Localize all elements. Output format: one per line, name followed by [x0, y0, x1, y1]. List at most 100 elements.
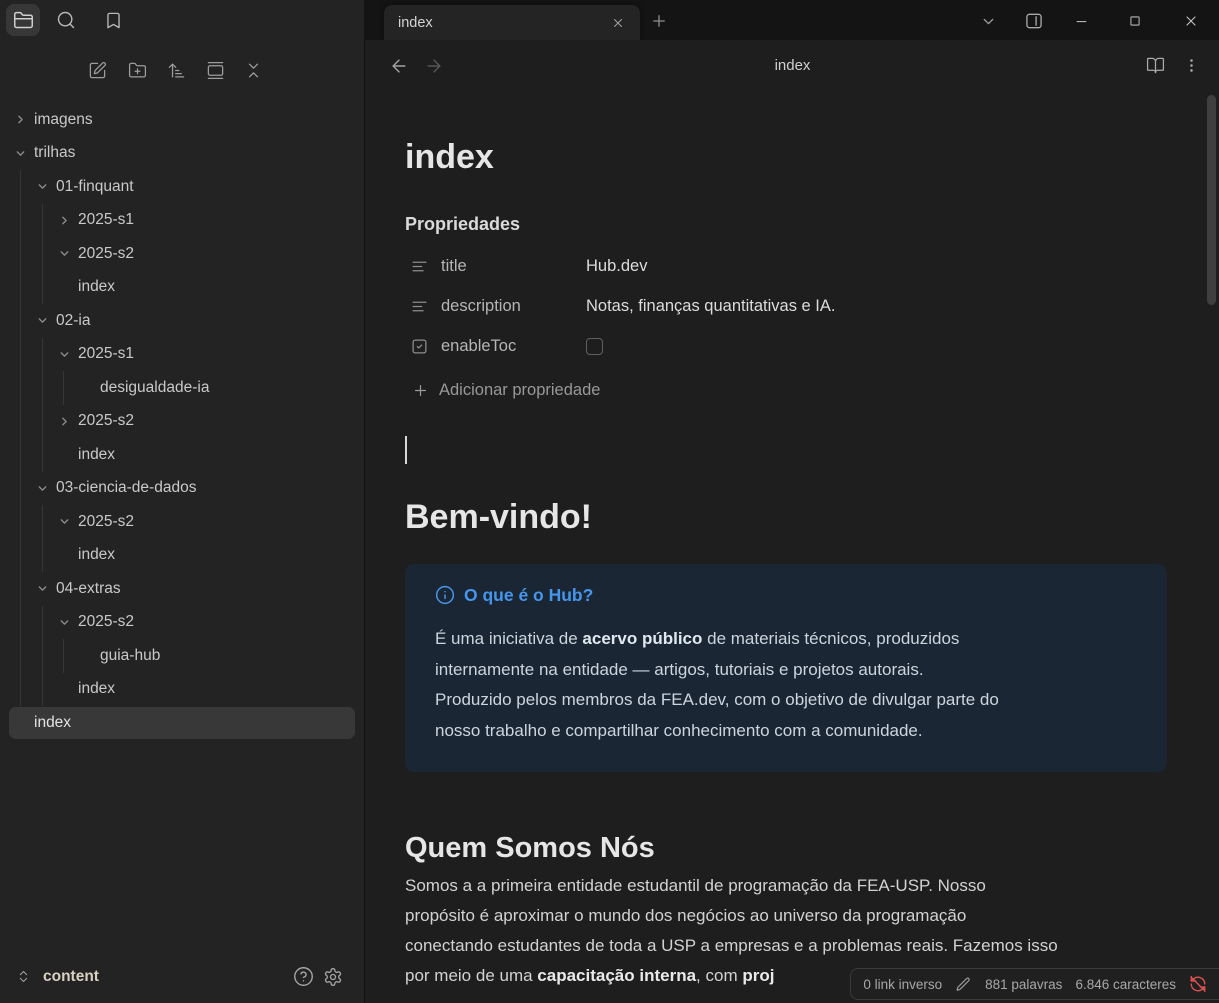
property-key[interactable]: title: [441, 257, 586, 276]
tree-file-guia-hub[interactable]: guia-hub: [0, 639, 364, 673]
chevron-down-icon[interactable]: [59, 349, 70, 360]
chevron-right-icon[interactable]: [59, 416, 70, 427]
tree-folder-02-ia[interactable]: 02-ia: [0, 304, 364, 338]
tree-folder-01-finquant[interactable]: 01-finquant: [0, 170, 364, 204]
text: Somos a a primeira entidade estudantil d…: [405, 876, 986, 895]
chevron-down-icon[interactable]: [37, 483, 48, 494]
callout[interactable]: O que é o Hub? É uma iniciativa de acerv…: [405, 564, 1167, 772]
chevron-down-icon: [980, 13, 997, 30]
property-value[interactable]: Notas, finanças quantitativas e IA.: [586, 297, 835, 316]
gallery-vertical-icon: [206, 61, 225, 80]
text: É uma iniciativa de: [435, 629, 582, 648]
sort-order-icon: [167, 61, 186, 80]
change-layout-button[interactable]: [199, 55, 231, 85]
tree-folder-2025-s1[interactable]: 2025-s1: [0, 204, 364, 238]
content-scrollbar[interactable]: [1207, 95, 1216, 305]
maximize-icon: [1128, 14, 1142, 28]
vertical-dots-icon: [1183, 57, 1200, 74]
new-tab-button[interactable]: [645, 8, 673, 34]
settings-button[interactable]: [318, 962, 348, 992]
collapse-all-button[interactable]: [237, 55, 269, 85]
status-bar: 0 link inverso 881 palavras 6.846 caract…: [850, 968, 1219, 1000]
tree-item-label: index: [78, 278, 115, 296]
new-folder-button[interactable]: [121, 55, 153, 85]
tree-folder-2025-s2[interactable]: 2025-s2: [0, 606, 364, 640]
tree-folder-2025-s2[interactable]: 2025-s2: [0, 505, 364, 539]
tree-file-index[interactable]: index: [0, 271, 364, 305]
backlinks-status[interactable]: 0 link inverso: [863, 977, 942, 992]
tree-folder-trilhas[interactable]: trilhas: [0, 137, 364, 171]
enabletoc-checkbox[interactable]: [586, 338, 603, 355]
tree-file-index[interactable]: index: [0, 673, 364, 707]
property-row-enabletoc: enableToc: [405, 326, 1167, 366]
property-key[interactable]: description: [441, 297, 586, 316]
tree-file-desigualdade-ia[interactable]: desigualdade-ia: [0, 371, 364, 405]
files-ribbon-button[interactable]: [6, 4, 40, 36]
chevron-down-icon[interactable]: [59, 248, 70, 259]
property-key[interactable]: enableToc: [441, 337, 586, 356]
text-property-icon: [411, 258, 429, 275]
property-value[interactable]: Hub.dev: [586, 257, 647, 276]
vault-row: content: [0, 950, 364, 1003]
property-row-description: description Notas, finanças quantitativa…: [405, 286, 1167, 326]
close-icon: [1183, 13, 1199, 29]
chevron-right-icon[interactable]: [15, 114, 26, 125]
help-button[interactable]: [288, 962, 318, 992]
tree-file-index[interactable]: index: [0, 438, 364, 472]
chevron-down-icon[interactable]: [59, 516, 70, 527]
add-property-button[interactable]: Adicionar propriedade: [405, 376, 1167, 404]
titlebar: index: [0, 0, 1219, 40]
inline-title[interactable]: index: [405, 136, 1167, 178]
tree-item-label: 03-ciencia-de-dados: [56, 479, 196, 497]
text: Produzido pelos membros da FEA.dev, com …: [435, 690, 999, 709]
chevron-right-icon[interactable]: [59, 215, 70, 226]
tree-file-index[interactable]: index: [0, 706, 364, 740]
chevron-down-icon[interactable]: [37, 583, 48, 594]
file-tree: imagenstrilhas01-finquant2025-s12025-s2i…: [0, 103, 364, 740]
tree-file-index[interactable]: index: [0, 539, 364, 573]
text: por meio de uma: [405, 966, 537, 985]
sync-off-icon[interactable]: [1189, 975, 1207, 993]
text-cursor: [405, 436, 407, 464]
tree-item-label: 01-finquant: [56, 178, 134, 196]
chevron-down-icon[interactable]: [15, 148, 26, 159]
vault-switcher[interactable]: content: [16, 968, 99, 986]
panel-right-icon: [1024, 11, 1044, 31]
note-editor: index Propriedades title Hub.dev descrip…: [405, 90, 1167, 991]
tree-folder-2025-s2[interactable]: 2025-s2: [0, 237, 364, 271]
tab-close-button[interactable]: [606, 11, 630, 35]
reading-mode-button[interactable]: [1141, 52, 1169, 78]
tab-index[interactable]: index: [384, 5, 640, 40]
word-count[interactable]: 881 palavras: [985, 977, 1062, 992]
close-window-button[interactable]: [1177, 8, 1205, 34]
book-open-icon: [1146, 56, 1165, 75]
minimize-button[interactable]: [1067, 8, 1095, 34]
tree-item-label: trilhas: [34, 144, 75, 162]
more-options-button[interactable]: [1177, 52, 1205, 78]
text-property-icon: [411, 298, 429, 315]
welcome-heading[interactable]: Bem-vindo!: [405, 496, 1167, 538]
search-ribbon-button[interactable]: [49, 4, 83, 36]
new-note-button[interactable]: [81, 55, 113, 85]
character-count[interactable]: 6.846 caracteres: [1075, 977, 1176, 992]
tree-folder-04-extras[interactable]: 04-extras: [0, 572, 364, 606]
properties-heading[interactable]: Propriedades: [405, 212, 1167, 236]
toggle-right-sidebar-button[interactable]: [1020, 8, 1048, 34]
tree-folder-2025-s2[interactable]: 2025-s2: [0, 405, 364, 439]
tree-item-label: desigualdade-ia: [100, 379, 209, 397]
maximize-button[interactable]: [1121, 8, 1149, 34]
edit-mode-pencil-icon[interactable]: [955, 976, 972, 993]
chevron-down-icon[interactable]: [37, 181, 48, 192]
bookmarks-ribbon-button[interactable]: [96, 4, 130, 36]
tree-item-label: 2025-s2: [78, 245, 134, 263]
tree-folder-03-ciencia-de-dados[interactable]: 03-ciencia-de-dados: [0, 472, 364, 506]
bold-text: proj: [742, 966, 774, 985]
sort-order-button[interactable]: [160, 55, 192, 85]
tab-list-dropdown-button[interactable]: [974, 8, 1002, 34]
tree-folder-2025-s1[interactable]: 2025-s1: [0, 338, 364, 372]
chevron-down-icon[interactable]: [37, 315, 48, 326]
who-heading[interactable]: Quem Somos Nós: [405, 830, 1167, 866]
chevron-down-icon[interactable]: [59, 617, 70, 628]
tree-folder-imagens[interactable]: imagens: [0, 103, 364, 137]
callout-body: É uma iniciativa de acervo público de ma…: [435, 624, 1143, 746]
